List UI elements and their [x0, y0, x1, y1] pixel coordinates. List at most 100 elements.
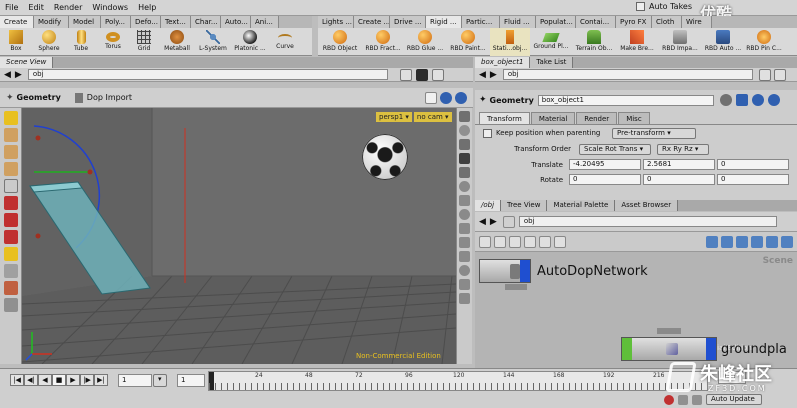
wireframe-icon[interactable] [459, 139, 470, 150]
tool-lsystem[interactable]: L-System [196, 28, 230, 56]
tool-rbd-glue[interactable]: RBD Glue ... [404, 28, 446, 56]
shelf-tab-modify[interactable]: Modify [34, 16, 69, 28]
network-editor[interactable]: Scene AutoDopNetwork Non-Commercial Edit… [475, 252, 797, 368]
keep-position-dropdown[interactable]: Pre-transform ▾ [612, 127, 696, 139]
step-forward-button[interactable]: |▶ [80, 374, 94, 386]
keep-position-checkbox[interactable] [483, 128, 492, 138]
rotate-tool-icon[interactable] [3, 145, 18, 159]
pointer-icon[interactable] [3, 179, 18, 193]
tool-tube[interactable]: Tube [66, 28, 96, 56]
autodopnetwork-node-body[interactable] [479, 259, 531, 283]
groundplane-node-body[interactable] [621, 337, 717, 361]
viewport-3d[interactable]: persp1 ▾ no cam ▾ Non-Commercial Edition [22, 108, 456, 364]
info-icon[interactable] [455, 91, 467, 104]
network-path-field[interactable]: obj [518, 216, 777, 227]
handle-red3-icon[interactable] [3, 230, 18, 244]
play-button[interactable]: ▶ [66, 374, 80, 386]
network-list-icon[interactable] [479, 235, 491, 248]
network-flag3-icon[interactable] [736, 235, 748, 248]
network-flag-icon[interactable] [706, 235, 718, 248]
params-view-icon[interactable] [773, 68, 786, 81]
background-icon[interactable] [459, 293, 470, 304]
node-name-field[interactable]: box_object1 [537, 94, 714, 106]
normals-icon[interactable] [459, 223, 470, 234]
soccer-ball[interactable] [362, 134, 408, 180]
network-layout-icon[interactable] [524, 235, 536, 248]
gear-icon[interactable] [719, 94, 732, 106]
tab-material[interactable]: Material [530, 112, 576, 124]
cube-view-icon[interactable] [399, 68, 412, 81]
view-tool-icon[interactable] [3, 264, 18, 278]
select-tool-icon[interactable] [3, 111, 18, 125]
template-icon[interactable] [459, 195, 470, 206]
rotate-y-field[interactable]: 0 [643, 174, 715, 185]
network-home-icon[interactable] [502, 215, 515, 228]
tool-rbd-fracture[interactable]: RBD Fract... [362, 28, 404, 56]
params-info-icon[interactable] [767, 94, 780, 106]
node-groundplane[interactable]: groundpla [621, 336, 787, 362]
camera-view-icon[interactable] [459, 279, 470, 290]
shelf-tab-lights[interactable]: Lights ... [318, 16, 354, 28]
network-back-icon[interactable]: ◀ [479, 217, 486, 227]
network-flag2-icon[interactable] [721, 235, 733, 248]
handle-red-icon[interactable] [3, 196, 18, 210]
network-tile-icon[interactable] [509, 235, 521, 248]
tab-material-palette[interactable]: Material Palette [547, 200, 616, 211]
shelf-tab-fluid[interactable]: Fluid ... [500, 16, 536, 28]
shelf-tab-auto[interactable]: Auto... [221, 16, 251, 28]
params-help-icon[interactable] [751, 94, 764, 106]
tab-tree-view[interactable]: Tree View [501, 200, 548, 211]
step-back-button[interactable]: ◀| [24, 374, 38, 386]
params-forward-icon[interactable]: ▶ [490, 70, 497, 80]
tool-static-object[interactable]: Stati...obj... [490, 27, 530, 56]
tab-render[interactable]: Render [576, 112, 618, 124]
tab-take-list[interactable]: Take List [530, 57, 574, 68]
menu-help[interactable]: Help [133, 0, 161, 16]
shelf-tab-rigid[interactable]: Rigid ... [426, 16, 462, 28]
help-icon[interactable] [440, 91, 452, 104]
params-hide-icon[interactable] [735, 94, 748, 106]
shelf-tab-deform[interactable]: Defo... [131, 16, 161, 28]
vertex-number-icon[interactable] [459, 251, 470, 262]
params-path-field[interactable]: obj [502, 69, 753, 80]
params-link-icon[interactable] [758, 68, 771, 81]
menu-render[interactable]: Render [49, 0, 87, 16]
display-options-icon[interactable] [459, 111, 470, 122]
node-autodopnetwork[interactable]: AutoDopNetwork [479, 258, 648, 284]
play-reverse-button[interactable]: ◀ [38, 374, 52, 386]
tab-asset-browser[interactable]: Asset Browser [615, 200, 679, 211]
translate-z-field[interactable]: 0 [717, 159, 789, 170]
brush-icon[interactable] [3, 281, 18, 295]
shelf-tab-particles[interactable]: Partic... [462, 16, 500, 28]
tool-grid[interactable]: Grid [130, 28, 158, 56]
tool-rbd-impact[interactable]: RBD Impa... [658, 28, 702, 56]
handle-red2-icon[interactable] [3, 213, 18, 227]
groundplane-display-flag-icon[interactable] [706, 338, 716, 360]
shelf-tab-model[interactable]: Model [69, 16, 101, 28]
lights-icon[interactable] [459, 153, 470, 164]
tool-ground-plane[interactable]: Ground Pl... [530, 28, 572, 56]
tab-scene-view[interactable]: Scene View [0, 57, 54, 68]
tool-platonic[interactable]: Platonic ... [230, 28, 270, 56]
translate-y-field[interactable]: 2.5681 [643, 159, 715, 170]
params-back-icon[interactable]: ◀ [479, 70, 486, 80]
goto-end-button[interactable]: ▶| [94, 374, 108, 386]
time-slider[interactable]: 24 48 72 96 120 144 168 192 216 [208, 371, 708, 391]
shelf-tab-character[interactable]: Char... [191, 16, 221, 28]
tool-box[interactable]: Box [0, 28, 32, 56]
tool-terrain-object[interactable]: Terrain Ob... [572, 28, 616, 56]
rotate-x-field[interactable]: 0 [569, 174, 641, 185]
rotation-order-dropdown[interactable]: Rx Ry Rz ▾ [657, 143, 709, 155]
shelf-tab-container[interactable]: Contai... [576, 16, 616, 28]
shelf-tab-create-dyn[interactable]: Create ... [354, 16, 390, 28]
shelf-tab-wire[interactable]: Wire [682, 16, 712, 28]
network-flag5-icon[interactable] [766, 235, 778, 248]
auto-takes-toggle[interactable]: Auto Takes [636, 2, 692, 11]
shelf-tab-cloth[interactable]: Cloth [652, 16, 682, 28]
tab-obj[interactable]: /obj [475, 200, 502, 211]
forward-arrow-icon[interactable]: ▶ [15, 70, 22, 80]
shading-icon[interactable] [459, 125, 470, 136]
tool-torus[interactable]: Torus [96, 28, 130, 56]
cam-menu[interactable]: no cam ▾ [413, 112, 452, 122]
tool-rbd-pin[interactable]: RBD Pin C... [744, 28, 784, 56]
